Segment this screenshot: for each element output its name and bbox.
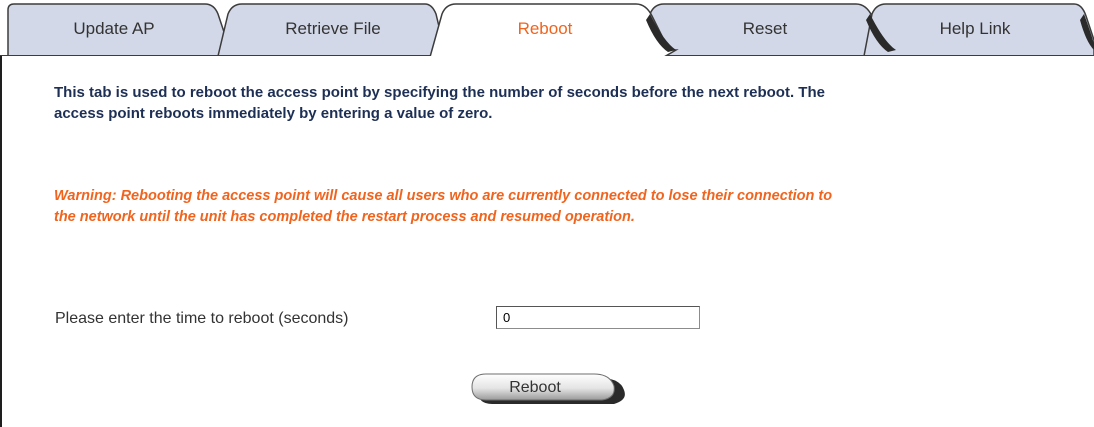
tab-reboot[interactable]: Reboot [480,19,610,39]
reboot-button[interactable]: Reboot [470,372,628,408]
tab-strip: Update AP Retrieve File Reboot Reset Hel… [0,0,1094,56]
panel-left-border [0,56,2,427]
tab-help-link[interactable]: Help Link [910,19,1040,39]
tab-update-ap[interactable]: Update AP [44,19,184,39]
reboot-warning: Warning: Rebooting the access point will… [54,188,833,225]
tab-reset[interactable]: Reset [700,19,830,39]
reboot-panel: Update AP Retrieve File Reboot Reset Hel… [0,0,1094,427]
reboot-time-label: Please enter the time to reboot (seconds… [55,310,349,327]
tab-retrieve-file[interactable]: Retrieve File [258,19,408,39]
reboot-time-input[interactable] [496,306,700,329]
reboot-button-label: Reboot [509,379,561,396]
reboot-description: This tab is used to reboot the access po… [54,84,825,122]
